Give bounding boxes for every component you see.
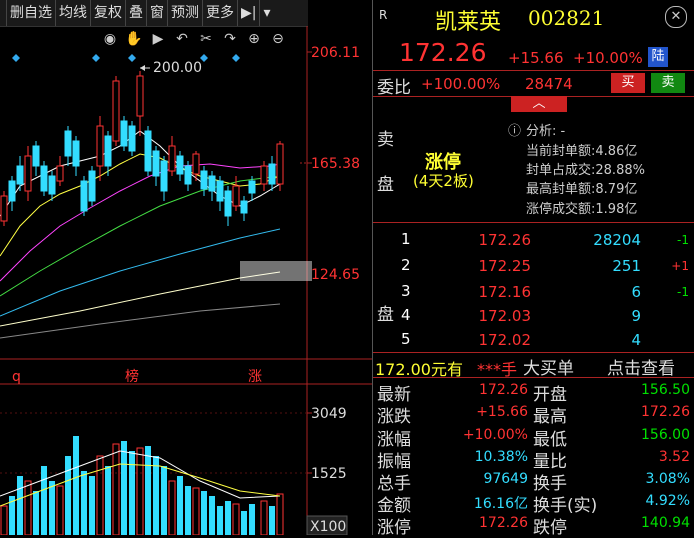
play-to-end-icon[interactable]: ▶|: [238, 0, 261, 26]
webi-value: +100.00%: [421, 75, 501, 93]
buy-level-row[interactable]: 2: [401, 256, 411, 274]
stat-value: 172.26: [479, 515, 528, 531]
big-order-label: 大买单: [523, 359, 574, 379]
r-badge: R: [379, 8, 388, 22]
buy-level-row[interactable]: 5: [401, 330, 411, 348]
toolbar-item-adjust[interactable]: 复权: [91, 0, 126, 26]
toolbar-item-ma[interactable]: 均线: [56, 0, 91, 26]
webi-label: 委比: [377, 78, 411, 98]
analysis-row: 涨停成交额:1.98亿: [526, 202, 638, 217]
volume-axis-unit: X100: [310, 519, 346, 535]
buy-delta: +1: [671, 259, 689, 273]
stat-value: 4.92%: [645, 493, 690, 509]
price-axis-top: 206.11: [311, 45, 360, 61]
buy-price: 172.26: [478, 231, 532, 249]
stat-value: 172.26: [641, 404, 690, 420]
buy-price: 172.03: [478, 307, 532, 325]
high-marker-label: 200.00: [153, 60, 202, 76]
stat-value: 97649: [483, 471, 528, 487]
price-axis-mid: 165.38: [311, 156, 360, 172]
stat-value: +10.00%: [462, 427, 528, 443]
buy-level-row[interactable]: 3: [401, 282, 411, 300]
buy-price: 172.16: [478, 283, 532, 301]
kline-chart[interactable]: 200.00 206.11 165.38 124.65 q 榜 涨 3049 1…: [0, 26, 372, 535]
stat-value: 16.16亿: [473, 496, 528, 512]
analysis-row: 封单占成交:28.88%: [526, 163, 645, 178]
last-price: 172.26: [399, 38, 487, 67]
price-axis-low: 124.65: [311, 267, 360, 283]
stat-value: 10.38%: [474, 449, 528, 465]
volume-axis-top: 3049: [311, 406, 347, 422]
stat-value: 3.08%: [645, 471, 690, 487]
stock-name: 凯莱英: [435, 10, 502, 35]
toolbar-item-more[interactable]: 更多: [203, 0, 238, 26]
sell-button[interactable]: 卖: [651, 73, 685, 93]
big-order-link[interactable]: 点击查看: [607, 354, 675, 379]
stat-value: 156.50: [641, 382, 690, 398]
buy-button[interactable]: 买: [611, 73, 645, 93]
stat-label: 涨跌: [377, 407, 411, 427]
buy-qty: 28204: [593, 231, 641, 249]
stat-label: 跌停: [533, 518, 567, 538]
sell-side-label-2: 盘: [377, 175, 394, 195]
buy-price: 172.25: [478, 257, 532, 275]
buy-qty: 251: [612, 257, 641, 275]
marker-bang[interactable]: 榜: [125, 368, 139, 385]
info-icon[interactable]: ⓘ: [508, 120, 521, 139]
buy-side-label: 盘: [377, 305, 394, 325]
stat-value: 140.94: [641, 515, 690, 531]
sell-side-label-1: 卖: [377, 130, 394, 150]
webi-diff: 28474: [525, 75, 573, 93]
buy-qty: 6: [631, 283, 641, 301]
buy-level-row[interactable]: 1: [401, 230, 411, 248]
buy-qty: 9: [631, 307, 641, 325]
marker-zhang[interactable]: 涨: [248, 369, 262, 385]
buy-delta: -1: [677, 285, 689, 299]
toolbar-item-overlay[interactable]: 叠: [126, 0, 147, 26]
volume-axis-mid: 1525: [311, 466, 347, 482]
stat-value: 172.26: [479, 382, 528, 398]
stock-code: 002821: [528, 6, 605, 30]
close-icon[interactable]: ✕: [665, 6, 687, 28]
buy-price: 172.02: [478, 331, 532, 349]
buy-level-row[interactable]: 4: [401, 306, 411, 324]
volume-bars: [0, 436, 284, 535]
buy-qty: 4: [631, 331, 641, 349]
stat-value: +15.66: [476, 404, 528, 420]
analysis-row: 最高封单额:8.79亿: [526, 182, 638, 197]
exchange-badge[interactable]: 陆: [648, 47, 668, 67]
stat-value: 3.52: [658, 449, 690, 465]
marker-q[interactable]: q: [12, 369, 21, 385]
quote-panel: R 凯莱英 002821 ✕ 172.26 +15.66 +10.00% 陆 委…: [372, 0, 694, 538]
toolbar-edge: [0, 0, 7, 26]
chevron-up-icon[interactable]: ︿: [511, 96, 567, 112]
limit-detail: (4天2板): [413, 172, 474, 190]
toolbar-item-delete-watchlist[interactable]: 删自选: [7, 0, 56, 26]
candles: [0, 71, 284, 226]
chart-toolbar: 删自选 均线 复权 叠 窗 预测 更多 ▶| ▾: [0, 0, 308, 27]
stat-value: 156.00: [641, 427, 690, 443]
toolbar-item-forecast[interactable]: 预测: [168, 0, 203, 26]
stat-label: 涨停: [377, 518, 411, 538]
price-change: +15.66: [508, 49, 564, 67]
chevron-down-icon[interactable]: ▾: [260, 0, 273, 26]
stat-label: 最高: [533, 407, 567, 427]
buy-delta: -1: [677, 233, 689, 247]
analysis-row: 当前封单额:4.86亿: [526, 144, 638, 159]
analysis-label: 分析: -: [526, 124, 566, 139]
event-markers[interactable]: [12, 54, 240, 62]
toolbar-item-window[interactable]: 窗: [147, 0, 168, 26]
price-change-pct: +10.00%: [573, 49, 643, 67]
